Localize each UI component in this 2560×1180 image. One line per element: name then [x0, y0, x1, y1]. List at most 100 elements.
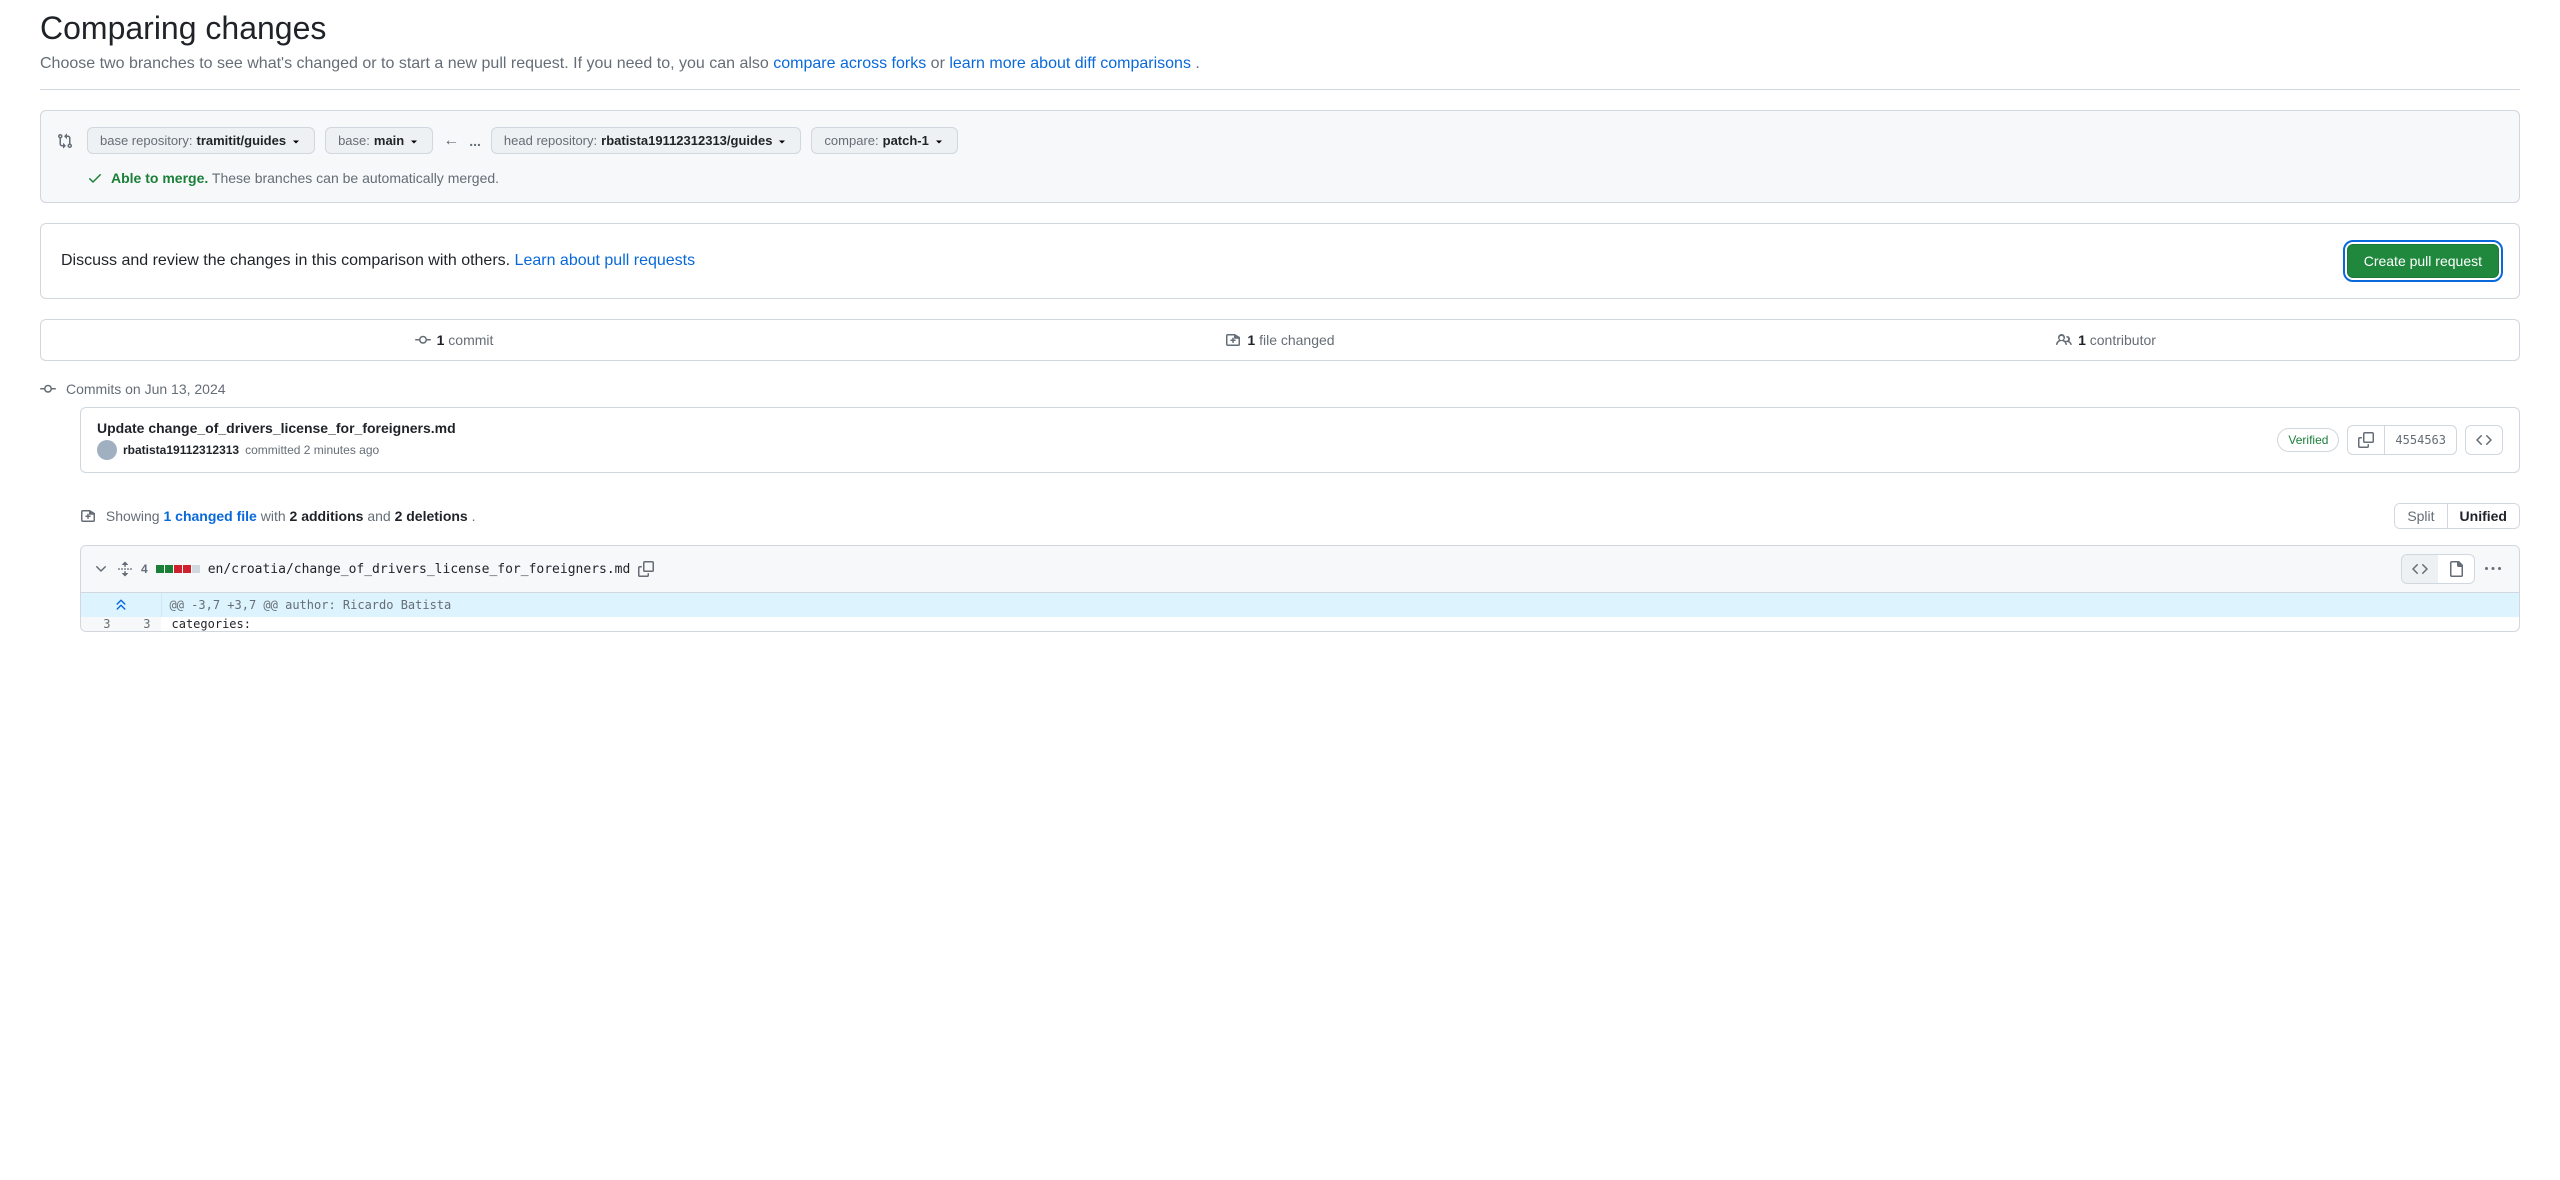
discuss-prefix: Discuss and review the changes in this c… — [61, 252, 515, 269]
and-text: and — [367, 508, 394, 524]
head-repo-label: head repository: — [504, 133, 597, 148]
unified-view-button[interactable]: Unified — [2448, 504, 2519, 528]
git-compare-icon — [57, 133, 73, 149]
learn-pr-link[interactable]: Learn about pull requests — [515, 252, 696, 269]
base-value: main — [374, 133, 404, 148]
chevron-down-icon — [776, 133, 788, 148]
compare-value: patch-1 — [883, 133, 929, 148]
contributor-label: contributor — [2086, 332, 2156, 348]
showing-text: Showing 1 changed file with 2 additions … — [80, 508, 476, 524]
stat-contributors[interactable]: 1 contributor — [1693, 320, 2519, 360]
diff-squares — [156, 565, 200, 573]
diff-count: 4 — [141, 562, 148, 576]
view-mode-toggle — [2401, 554, 2475, 584]
stat-commits[interactable]: 1 commit — [41, 320, 867, 360]
arrow-left-icon: ← — [443, 132, 459, 150]
commit-left: Update change_of_drivers_license_for_for… — [97, 420, 456, 460]
hunk-header-row: @@ -3,7 +3,7 @@ author: Ricardo Batista — [81, 593, 2519, 617]
merge-status: Able to merge. These branches can be aut… — [57, 170, 2503, 186]
page-title: Comparing changes — [40, 10, 2520, 47]
commit-author[interactable]: rbatista19112312313 — [123, 443, 239, 457]
changed-file-link[interactable]: 1 changed file — [163, 508, 256, 524]
contributor-count: 1 — [2078, 332, 2086, 348]
showing-bar: Showing 1 changed file with 2 additions … — [40, 503, 2520, 529]
base-label: base: — [338, 133, 370, 148]
subtitle-text-1: Choose two branches to see what's change… — [40, 55, 773, 72]
commits-date-label: Commits on Jun 13, 2024 — [66, 381, 226, 397]
ellipsis: ... — [469, 133, 481, 149]
sha-button-group: 4554563 — [2347, 425, 2457, 455]
chevron-down-icon — [290, 133, 302, 148]
diff-square-del — [183, 565, 191, 573]
divider — [40, 89, 2520, 90]
branch-select-row: base repository: tramitit/guides base: m… — [57, 127, 2503, 154]
new-line-num[interactable]: 3 — [121, 617, 161, 631]
diff-square-add — [165, 565, 173, 573]
base-repo-value: tramitit/guides — [197, 133, 287, 148]
compare-container: base repository: tramitit/guides base: m… — [40, 110, 2520, 203]
rendered-view-button[interactable] — [2438, 555, 2474, 583]
copy-path-icon[interactable] — [638, 561, 654, 577]
commit-time: committed 2 minutes ago — [245, 443, 379, 457]
compare-branch-dropdown[interactable]: compare: patch-1 — [811, 127, 957, 154]
collapse-icon[interactable] — [93, 561, 109, 577]
expand-up-icon — [113, 597, 129, 613]
diff-square-del — [174, 565, 182, 573]
stat-files[interactable]: 1 file changed — [867, 320, 1693, 360]
period: . — [472, 508, 476, 524]
showing-prefix: Showing — [106, 508, 164, 524]
diff-square-neutral — [192, 565, 200, 573]
commit-title[interactable]: Update change_of_drivers_license_for_for… — [97, 420, 456, 436]
discuss-text: Discuss and review the changes in this c… — [61, 252, 695, 270]
commit-marker-icon — [40, 381, 56, 397]
commit-right: Verified 4554563 — [2277, 425, 2503, 455]
diff-table: @@ -3,7 +3,7 @@ author: Ricardo Batista … — [81, 593, 2519, 631]
subtitle-text-3: . — [1195, 55, 1199, 72]
expand-all-icon[interactable] — [117, 561, 133, 577]
code-icon — [2476, 432, 2492, 448]
commits-header: Commits on Jun 13, 2024 — [40, 381, 2520, 397]
merge-details: These branches can be automatically merg… — [212, 170, 499, 186]
chevron-down-icon — [933, 133, 945, 148]
copy-icon — [2358, 432, 2374, 448]
file-header: 4 en/croatia/change_of_drivers_license_f… — [81, 546, 2519, 593]
with-text: with — [261, 508, 290, 524]
compare-forks-link[interactable]: compare across forks — [773, 55, 926, 72]
kebab-menu-button[interactable] — [2479, 555, 2507, 583]
learn-diff-link[interactable]: learn more about diff comparisons — [949, 55, 1191, 72]
file-label: file changed — [1255, 332, 1334, 348]
people-icon — [2056, 332, 2072, 348]
avatar[interactable] — [97, 440, 117, 460]
page-subtitle: Choose two branches to see what's change… — [40, 55, 2520, 73]
create-pull-request-button[interactable]: Create pull request — [2347, 244, 2499, 278]
base-repo-dropdown[interactable]: base repository: tramitit/guides — [87, 127, 315, 154]
commit-label: commit — [444, 332, 493, 348]
kebab-icon — [2485, 561, 2501, 577]
base-repo-label: base repository: — [100, 133, 193, 148]
verified-badge[interactable]: Verified — [2277, 428, 2339, 452]
hunk-header-text: @@ -3,7 +3,7 @@ author: Ricardo Batista — [161, 593, 2519, 617]
file-header-right — [2401, 554, 2507, 584]
table-row: 3 3 categories: — [81, 617, 2519, 631]
old-line-num[interactable]: 3 — [81, 617, 121, 631]
file-diff-icon — [1225, 332, 1241, 348]
commit-box: Update change_of_drivers_license_for_for… — [80, 407, 2520, 473]
file-icon — [2448, 561, 2464, 577]
sha-link-button[interactable]: 4554563 — [2385, 425, 2457, 455]
file-path[interactable]: en/croatia/change_of_drivers_license_for… — [208, 562, 631, 577]
additions-count: 2 additions — [290, 508, 364, 524]
head-repo-dropdown[interactable]: head repository: rbatista19112312313/gui… — [491, 127, 802, 154]
code-cell: categories: — [161, 617, 2519, 631]
diff-square-add — [156, 565, 164, 573]
browse-repo-button[interactable] — [2465, 425, 2503, 455]
timeline: Commits on Jun 13, 2024 Update change_of… — [40, 381, 2520, 473]
base-branch-dropdown[interactable]: base: main — [325, 127, 433, 154]
code-icon — [2412, 561, 2428, 577]
copy-sha-button[interactable] — [2347, 425, 2385, 455]
file-header-left: 4 en/croatia/change_of_drivers_license_f… — [93, 561, 654, 577]
expand-cell[interactable] — [81, 593, 161, 617]
source-view-button[interactable] — [2402, 555, 2438, 583]
merge-text: Able to merge. These branches can be aut… — [111, 170, 499, 186]
split-view-button[interactable]: Split — [2395, 504, 2447, 528]
stats-box: 1 commit 1 file changed 1 contributor — [40, 319, 2520, 361]
